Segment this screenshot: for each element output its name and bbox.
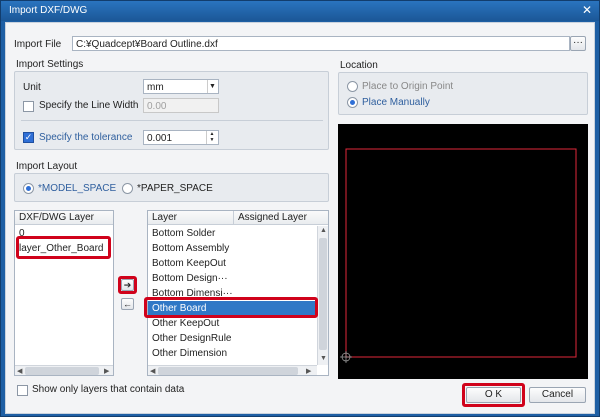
table-row[interactable]: Other DesignRule	[148, 331, 316, 346]
show-only-checkbox[interactable]	[17, 385, 28, 396]
scroll-left-icon[interactable]: ◀	[150, 367, 155, 375]
dxf-layer-highlight	[16, 236, 111, 259]
dxf-layer-list[interactable]: DXF/DWG Layer 0 layer_Other_Board ◀ ▶	[14, 210, 114, 376]
close-icon[interactable]: ✕	[579, 3, 595, 18]
assigned-layer-column-header: Assigned Layer	[234, 211, 328, 225]
import-file-input[interactable]: C:¥Quadcept¥Board Outline.dxf	[72, 36, 570, 51]
scroll-down-icon[interactable]: ▼	[320, 355, 327, 362]
ok-button-highlight	[462, 383, 525, 407]
target-layer-v-scrollbar[interactable]: ▲ ▼	[317, 226, 328, 365]
location-group: Place to Origin Point Place Manually	[338, 72, 588, 115]
line-width-label: Specify the Line Width	[39, 100, 139, 111]
scroll-up-icon[interactable]: ▲	[320, 227, 327, 234]
import-file-label: Import File	[14, 39, 62, 50]
unassign-left-button[interactable]: ←	[121, 298, 134, 310]
scroll-right-icon[interactable]: ▶	[104, 367, 109, 375]
table-row[interactable]: Bottom KeepOut	[148, 256, 316, 271]
chevron-down-icon: ▼	[207, 80, 217, 93]
tolerance-stepper[interactable]: ▲ ▼	[206, 131, 217, 144]
dxf-layer-h-scrollbar[interactable]: ◀ ▶	[15, 365, 113, 375]
import-layout-title: Import Layout	[16, 161, 78, 172]
scroll-thumb[interactable]	[319, 238, 327, 350]
model-space-label: *MODEL_SPACE	[38, 183, 117, 194]
preview-drawing	[340, 148, 577, 363]
line-width-input[interactable]: 0.00	[143, 98, 219, 113]
scroll-thumb[interactable]	[25, 367, 99, 375]
model-space-radio[interactable]	[23, 183, 34, 194]
tolerance-checkbox[interactable]: ✓	[23, 132, 34, 143]
place-manually-radio[interactable]	[347, 97, 358, 108]
paper-space-radio[interactable]	[122, 183, 133, 194]
layer-column-header: Layer	[148, 211, 234, 225]
scroll-right-icon[interactable]: ▶	[306, 367, 311, 375]
place-manually-label: Place Manually	[362, 97, 430, 108]
import-settings-group: Unit mm ▼ Specify the Line Width 0.00 ✓ …	[14, 71, 329, 150]
unit-label: Unit	[23, 82, 41, 93]
assign-button-highlight	[118, 276, 137, 294]
tolerance-value: 0.001	[147, 133, 173, 144]
paper-space-label: *PAPER_SPACE	[137, 183, 213, 194]
location-title: Location	[340, 60, 378, 71]
import-dxf-dialog: Import DXF/DWG ✕ Import File C:¥Quadcept…	[0, 0, 600, 417]
dxf-layer-header: DXF/DWG Layer	[15, 211, 113, 225]
tolerance-input[interactable]: 0.001 ▲ ▼	[143, 130, 219, 145]
tolerance-label: Specify the tolerance	[39, 132, 133, 143]
preview-canvas[interactable]	[338, 124, 588, 379]
cancel-button[interactable]: Cancel	[529, 387, 586, 403]
browse-button[interactable]: ···	[570, 36, 586, 51]
target-layer-highlight	[144, 297, 318, 318]
scroll-left-icon[interactable]: ◀	[17, 367, 22, 375]
line-width-checkbox[interactable]	[23, 101, 34, 112]
dialog-body: Import File C:¥Quadcept¥Board Outline.dx…	[5, 22, 595, 414]
origin-point-label: Place to Origin Point	[362, 81, 454, 92]
import-layout-group: *MODEL_SPACE *PAPER_SPACE	[14, 173, 329, 202]
target-layer-h-scrollbar[interactable]: ◀ ▶	[148, 365, 317, 375]
table-row[interactable]: Bottom Solder	[148, 226, 316, 241]
scroll-thumb[interactable]	[158, 367, 298, 375]
table-row[interactable]: Other KeepOut	[148, 316, 316, 331]
table-row[interactable]: Other Dimension	[148, 346, 316, 361]
show-only-label: Show only layers that contain data	[32, 384, 185, 395]
settings-divider	[21, 120, 323, 121]
table-row[interactable]: Bottom Assembly	[148, 241, 316, 256]
target-layer-list[interactable]: Layer Assigned Layer Bottom Solder Botto…	[147, 210, 329, 376]
origin-point-radio[interactable]	[347, 81, 358, 92]
window-title: Import DXF/DWG	[9, 5, 88, 16]
title-bar: Import DXF/DWG ✕	[1, 1, 599, 21]
table-row[interactable]: Bottom Design···	[148, 271, 316, 286]
board-outline	[345, 148, 577, 358]
unit-select[interactable]: mm ▼	[143, 79, 219, 94]
import-settings-title: Import Settings	[16, 59, 84, 70]
unit-value: mm	[147, 82, 164, 93]
